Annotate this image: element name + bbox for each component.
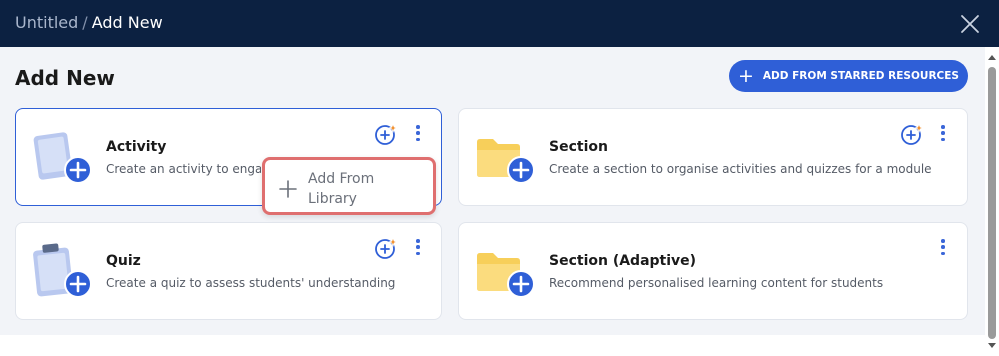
add-to-starred-icon[interactable] — [374, 236, 399, 260]
plus-icon — [279, 180, 297, 198]
close-icon[interactable] — [960, 14, 980, 34]
card-title: Activity — [106, 139, 167, 155]
breadcrumb-root[interactable]: Untitled — [15, 13, 78, 32]
scroll-up-arrow[interactable] — [988, 55, 996, 60]
more-options-icon[interactable] — [937, 123, 949, 143]
card-title: Quiz — [106, 253, 141, 269]
folder-plus-icon — [473, 239, 537, 303]
scroll-down-arrow[interactable] — [988, 343, 996, 348]
card-section-adaptive[interactable]: Section (Adaptive) Recommend personalise… — [458, 222, 968, 320]
add-from-starred-label: ADD FROM STARRED RESOURCES — [762, 70, 959, 82]
scrollbar[interactable] — [985, 47, 999, 356]
card-description: Create an activity to engage students — [106, 162, 261, 176]
more-options-icon[interactable] — [412, 123, 424, 143]
dialog-header: Untitled / Add New — [0, 0, 999, 47]
card-section[interactable]: Section Create a section to organise act… — [458, 108, 968, 206]
card-description: Recommend personalised learning content … — [549, 276, 884, 290]
card-description: Create a quiz to assess students' unders… — [106, 276, 396, 290]
add-to-starred-icon[interactable] — [900, 122, 925, 146]
card-title: Section — [549, 139, 608, 155]
breadcrumb-separator: / — [82, 13, 88, 32]
scrollbar-thumb[interactable] — [988, 67, 996, 339]
plus-icon: + — [738, 64, 754, 87]
add-from-library-menu-item[interactable]: Add From Library — [262, 157, 436, 215]
card-description: Create a section to organise activities … — [549, 162, 932, 176]
more-options-icon[interactable] — [412, 237, 424, 257]
breadcrumb-current: Add New — [91, 13, 163, 32]
add-to-starred-icon[interactable] — [374, 122, 399, 146]
folder-plus-icon — [473, 125, 537, 189]
page-title: Add New — [15, 66, 115, 90]
add-from-starred-button[interactable]: + ADD FROM STARRED RESOURCES — [729, 60, 968, 92]
more-options-icon[interactable] — [937, 237, 949, 257]
add-from-library-label: Add From Library — [308, 171, 375, 207]
card-title: Section (Adaptive) — [549, 253, 697, 269]
clipboard-plus-icon — [30, 239, 94, 303]
card-quiz[interactable]: Quiz Create a quiz to assess students' u… — [15, 222, 442, 320]
breadcrumb: Untitled / Add New — [15, 13, 163, 32]
tablet-plus-icon — [30, 125, 94, 189]
